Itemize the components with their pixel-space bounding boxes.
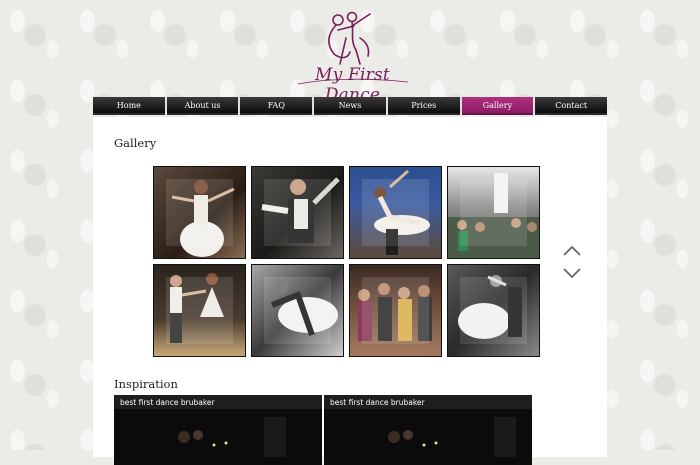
thumbnail-overlay bbox=[460, 179, 527, 246]
gallery-thumbnail[interactable] bbox=[153, 166, 246, 259]
gallery-thumbnail[interactable] bbox=[447, 166, 540, 259]
thumbnail-overlay bbox=[166, 277, 233, 344]
nav-item-news[interactable]: News bbox=[314, 97, 386, 115]
video-thumbnail[interactable]: best first dance brubaker bbox=[114, 395, 322, 465]
inspiration-heading: Inspiration bbox=[114, 377, 178, 391]
nav-item-prices[interactable]: Prices bbox=[387, 97, 460, 115]
chevron-down-icon[interactable] bbox=[562, 266, 582, 280]
gallery-thumbnail[interactable] bbox=[251, 166, 344, 259]
thumbnail-overlay bbox=[460, 277, 527, 344]
thumbnail-overlay bbox=[362, 277, 429, 344]
gallery-thumbnail[interactable] bbox=[153, 264, 246, 357]
logo-swash-icon bbox=[297, 78, 409, 85]
nav-item-home[interactable]: Home bbox=[93, 97, 165, 115]
video-thumbnail[interactable]: best first dance brubaker bbox=[324, 395, 532, 465]
thumbnail-overlay bbox=[166, 179, 233, 246]
gallery-thumbnail[interactable] bbox=[349, 166, 442, 259]
video-title: best first dance brubaker bbox=[330, 398, 425, 407]
chevron-up-icon[interactable] bbox=[562, 244, 582, 258]
main-nav: Home About us FAQ News Prices Gallery Co… bbox=[93, 97, 608, 115]
gallery-heading: Gallery bbox=[114, 136, 157, 150]
thumbnail-overlay bbox=[362, 179, 429, 246]
content-panel: Gallery Inspiration best first dance bru… bbox=[93, 117, 607, 465]
nav-item-faq[interactable]: FAQ bbox=[240, 97, 313, 115]
nav-item-contact[interactable]: Contact bbox=[535, 97, 608, 115]
gallery-thumbnail[interactable] bbox=[349, 264, 442, 357]
nav-item-gallery[interactable]: Gallery bbox=[461, 97, 534, 115]
nav-item-about-us[interactable]: About us bbox=[166, 97, 239, 115]
thumbnail-overlay bbox=[264, 277, 331, 344]
gallery-thumbnail[interactable] bbox=[447, 264, 540, 357]
gallery-thumbnail[interactable] bbox=[251, 264, 344, 357]
site-logo[interactable]: My First Dance bbox=[290, 8, 415, 105]
thumbnail-overlay bbox=[264, 179, 331, 246]
video-title: best first dance brubaker bbox=[120, 398, 215, 407]
gallery-grid bbox=[153, 166, 543, 360]
